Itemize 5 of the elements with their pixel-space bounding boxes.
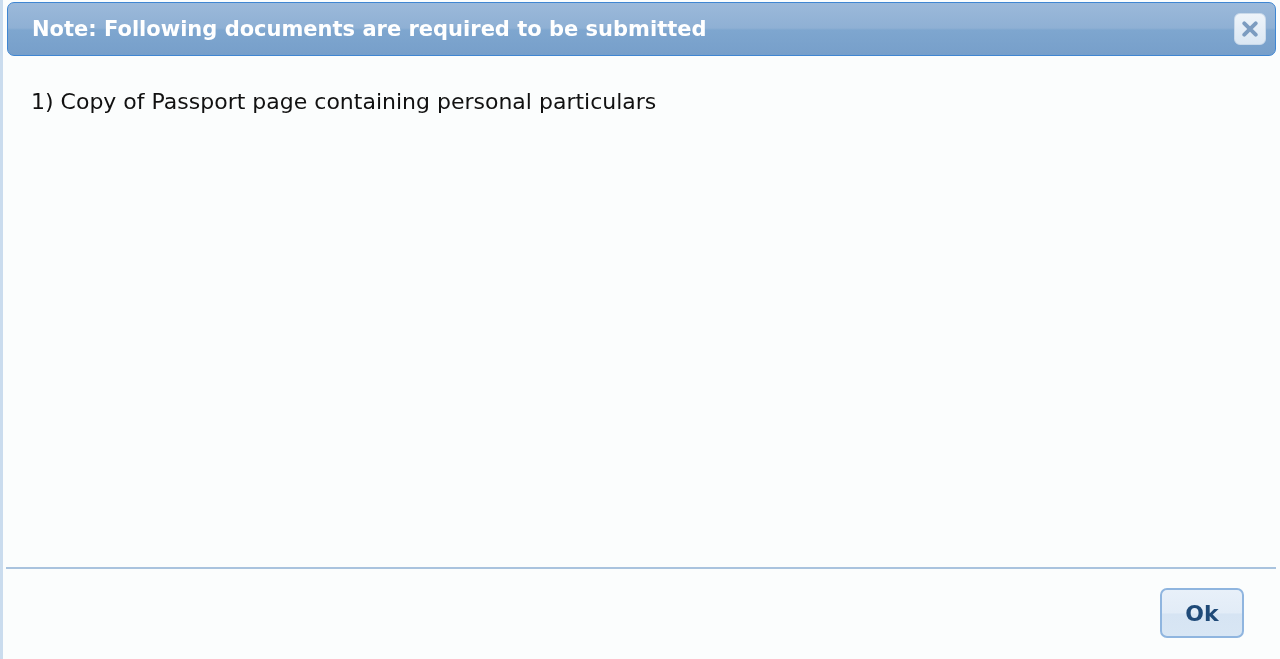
ok-button[interactable]: Ok: [1160, 588, 1244, 638]
document-item: 1) Copy of Passport page containing personal particulars: [31, 89, 657, 114]
close-button[interactable]: [1234, 13, 1266, 45]
close-icon: [1242, 21, 1258, 37]
dialog-title: Note: Following documents are required to be submitted: [32, 17, 707, 41]
